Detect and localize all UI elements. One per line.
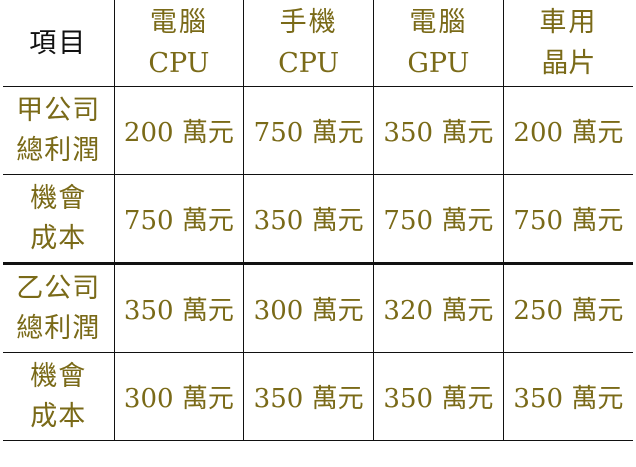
header-top: 電腦 — [149, 7, 208, 38]
value-text: 300 萬元 — [253, 296, 364, 326]
row-label-bottom: 成本 — [30, 222, 87, 254]
value-cell: 350 萬元 — [373, 352, 504, 441]
value-text: 300 萬元 — [123, 384, 234, 414]
value-cell: 320 萬元 — [373, 262, 504, 353]
table-row: 機會 成本 750 萬元 350 萬元 750 萬元 750 萬元 — [3, 174, 633, 264]
header-row: 項目 電腦 CPU 手機 CPU 電腦 GPU 車用 晶片 — [3, 0, 633, 87]
value-text: 350 萬元 — [123, 296, 234, 326]
value-cell: 300 萬元 — [243, 262, 374, 353]
value-text: 350 萬元 — [253, 206, 364, 236]
header-bottom: CPU — [278, 48, 340, 79]
value-cell: 350 萬元 — [502, 352, 633, 441]
value-text: 750 萬元 — [383, 206, 494, 236]
header-cell: 電腦 CPU — [113, 0, 245, 87]
value-text: 350 萬元 — [513, 384, 624, 414]
value-cell: 750 萬元 — [502, 174, 633, 264]
row-label-top: 乙公司 — [16, 272, 101, 304]
table-row: 機會 成本 300 萬元 350 萬元 350 萬元 350 萬元 — [3, 352, 633, 441]
header-top: 車用 — [539, 7, 598, 38]
row-label-top: 機會 — [30, 182, 87, 214]
value-cell: 350 萬元 — [243, 174, 374, 264]
header-top: 手機 — [279, 7, 338, 38]
value-text: 250 萬元 — [513, 296, 624, 326]
value-text: 750 萬元 — [123, 206, 234, 236]
value-text: 350 萬元 — [253, 384, 364, 414]
value-cell: 200 萬元 — [502, 86, 633, 175]
value-text: 750 萬元 — [253, 118, 364, 148]
row-label-cell: 乙公司 總利潤 — [3, 262, 115, 353]
value-cell: 750 萬元 — [373, 174, 504, 264]
value-text: 200 萬元 — [513, 118, 624, 148]
corner-label: 項目 — [29, 27, 88, 59]
row-label-top: 甲公司 — [16, 94, 101, 126]
value-cell: 250 萬元 — [502, 262, 633, 353]
table-row: 甲公司 總利潤 200 萬元 750 萬元 350 萬元 200 萬元 — [3, 86, 633, 175]
corner-cell: 項目 — [3, 0, 115, 87]
value-cell: 750 萬元 — [243, 86, 374, 175]
header-bottom: GPU — [407, 48, 470, 79]
value-cell: 200 萬元 — [113, 86, 245, 175]
value-text: 750 萬元 — [513, 206, 624, 236]
value-cell: 350 萬元 — [243, 352, 374, 441]
table-row: 乙公司 總利潤 350 萬元 300 萬元 320 萬元 250 萬元 — [3, 262, 633, 353]
row-label-bottom: 成本 — [30, 400, 87, 432]
value-cell: 350 萬元 — [373, 86, 504, 175]
value-cell: 350 萬元 — [113, 262, 245, 353]
value-text: 200 萬元 — [123, 118, 234, 148]
row-label-cell: 機會 成本 — [3, 174, 115, 264]
row-label-cell: 機會 成本 — [3, 352, 115, 441]
value-cell: 300 萬元 — [113, 352, 245, 441]
header-bottom: 晶片 — [541, 48, 596, 79]
header-cell: 手機 CPU — [243, 0, 374, 87]
header-bottom: CPU — [148, 48, 210, 79]
value-text: 320 萬元 — [383, 296, 494, 326]
value-text: 350 萬元 — [383, 384, 494, 414]
row-label-top: 機會 — [30, 360, 87, 392]
value-text: 350 萬元 — [383, 118, 494, 148]
header-cell: 電腦 GPU — [373, 0, 504, 87]
header-cell: 車用 晶片 — [502, 0, 633, 87]
value-cell: 750 萬元 — [113, 174, 245, 264]
comparison-table: 項目 電腦 CPU 手機 CPU 電腦 GPU 車用 晶片 甲公司 總利潤 20… — [3, 0, 633, 441]
header-top: 電腦 — [409, 7, 468, 38]
row-label-bottom: 總利潤 — [16, 312, 101, 344]
row-label-bottom: 總利潤 — [16, 134, 101, 166]
row-label-cell: 甲公司 總利潤 — [3, 86, 115, 175]
